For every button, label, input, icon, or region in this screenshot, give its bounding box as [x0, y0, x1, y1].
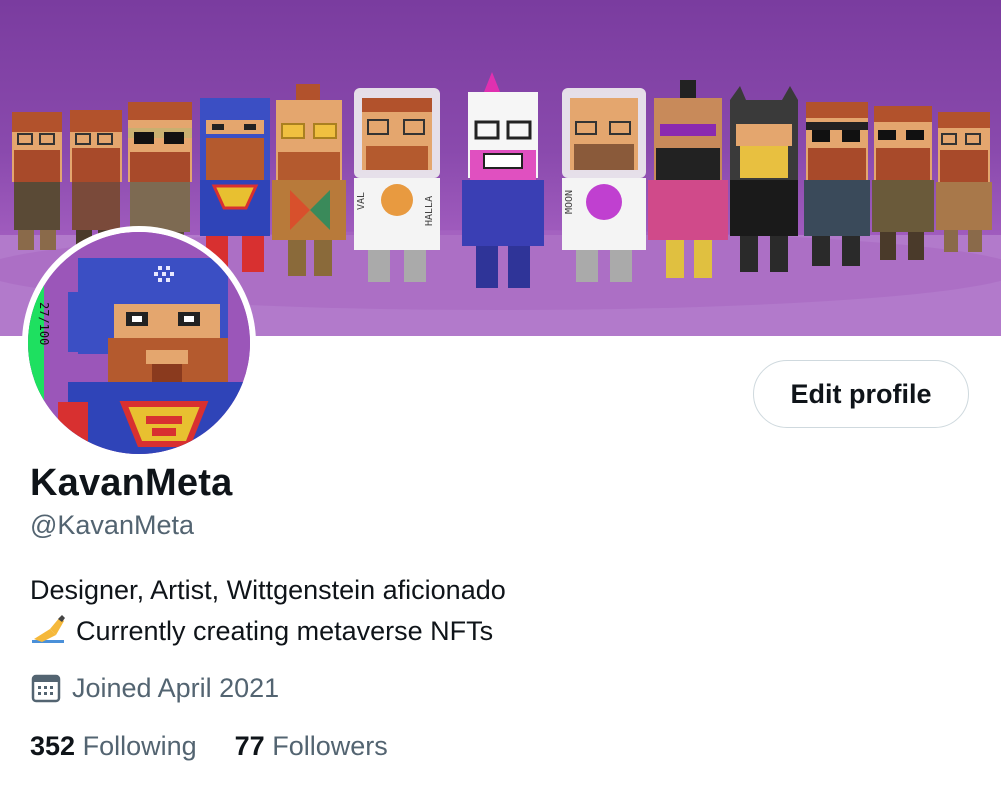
avatar-badge-text: 27/100 [37, 302, 51, 345]
svg-text:VAL: VAL [356, 192, 367, 210]
following-label: Following [82, 731, 197, 761]
joined-date: Joined April 2021 [30, 672, 279, 704]
writing-hand-icon [30, 615, 66, 645]
banner-figure-1 [12, 112, 62, 250]
joined-text: Joined April 2021 [72, 672, 280, 703]
avatar-image[interactable]: 27/100 [28, 232, 250, 454]
calendar-icon [30, 672, 62, 704]
followers-label: Followers [272, 731, 388, 761]
bio-line-1: Designer, Artist, Wittgenstein aficionad… [30, 575, 506, 605]
banner-figure-13 [936, 112, 992, 252]
avatar[interactable]: 27/100 [22, 226, 256, 460]
following-link[interactable]: 352 Following [30, 731, 197, 762]
profile-bio: Designer, Artist, Wittgenstein aficionad… [30, 570, 506, 652]
followers-link[interactable]: 77 Followers [235, 731, 388, 762]
following-count: 352 [30, 731, 76, 761]
bio-line-2-row: Currently creating metaverse NFTs [30, 611, 506, 652]
follow-stats: 352 Following 77 Followers [30, 731, 426, 762]
svg-text:HALLA: HALLA [424, 196, 435, 226]
svg-text:MOON: MOON [564, 190, 575, 214]
bio-line-2: Currently creating metaverse NFTs [76, 616, 494, 646]
user-handle: @KavanMeta [30, 510, 194, 540]
display-name: KavanMeta [30, 462, 233, 504]
edit-profile-button[interactable]: Edit profile [753, 360, 969, 428]
followers-count: 77 [234, 731, 265, 761]
